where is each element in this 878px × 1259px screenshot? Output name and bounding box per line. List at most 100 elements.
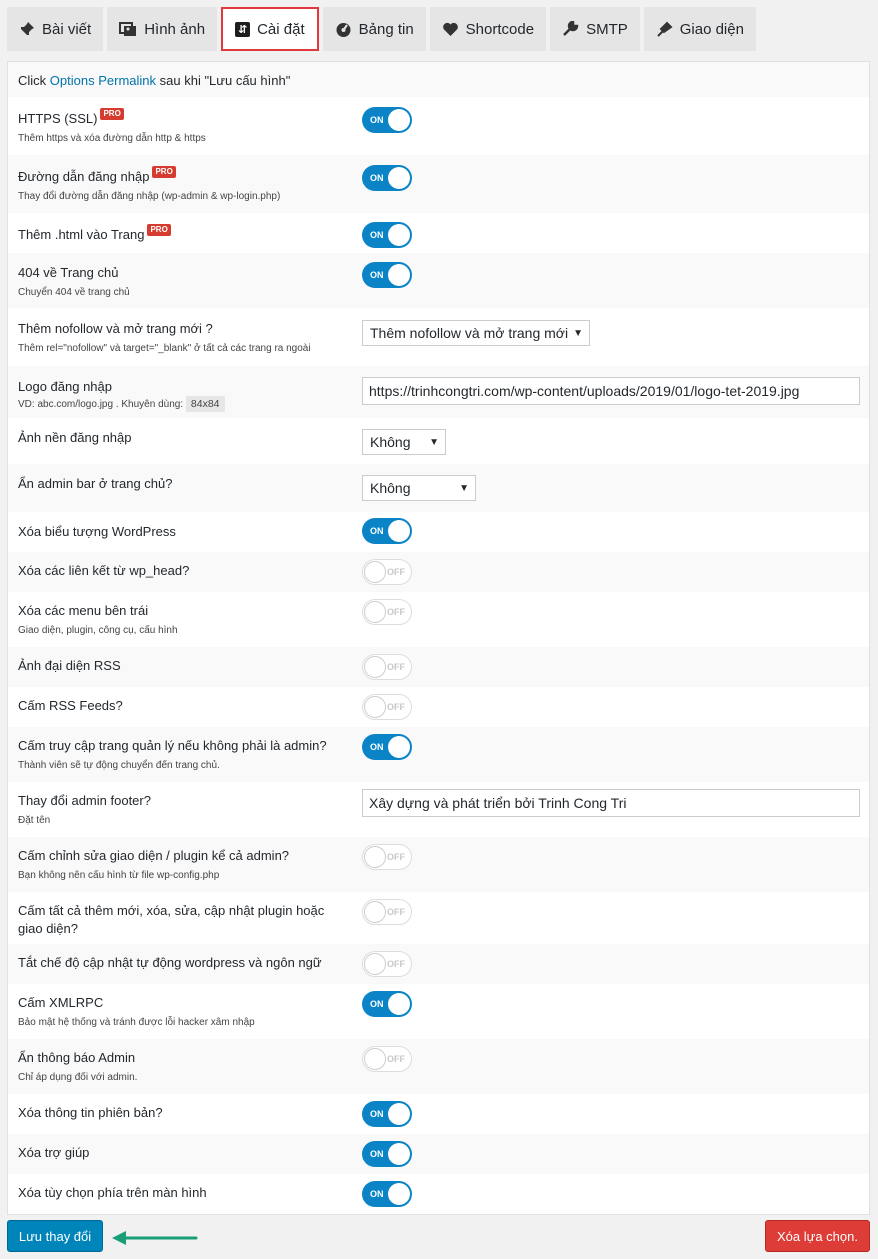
pro-badge: PRO [100,108,124,120]
clear-selection-button[interactable]: Xóa lựa chọn. [765,1220,870,1252]
setting-label: Tắt chế độ cập nhật tự động wordpress và… [18,955,322,970]
toggle-rss-ban[interactable]: OFF [362,694,412,720]
dropdown-arrow-icon: ▼ [459,483,469,494]
setting-desc: VD: abc.com/logo.jpg . Khuyên dùng: [18,399,184,410]
tab-cai-dat[interactable]: ⇵ Cài đặt [221,7,319,51]
setting-label: Cấm chỉnh sửa giao diện / plugin kể cả a… [18,848,290,863]
tab-giao-dien[interactable]: Giao diện [643,7,756,51]
setting-desc: Thay đổi đường dẫn đăng nhập (wp-admin &… [18,191,281,202]
setting-rss-ban: Cấm RSS Feeds? OFF [8,687,869,727]
toggle-wp-head[interactable]: OFF [362,559,412,585]
setting-wp-icon: Xóa biểu tượng WordPress ON [8,512,869,552]
setting-desc: Giao diện, plugin, công cụ, cấu hình [18,625,178,636]
setting-label: Logo đăng nhập [18,379,112,394]
tab-bang-tin[interactable]: Bảng tin [322,7,426,51]
toggle-html-page[interactable]: ON [362,222,412,248]
setting-https: HTTPS (SSL) PRO Thêm https và xóa đường d… [8,97,869,155]
setting-label: Ảnh đại diện RSS [18,658,121,673]
setting-admin-notice: Ẩn thông báo Admin Chỉ áp dụng đối với a… [8,1039,869,1094]
images-icon [119,21,137,37]
tab-shortcode[interactable]: Shortcode [429,7,547,51]
toggle-left-menu[interactable]: OFF [362,599,412,625]
setting-help: Xóa trợ giúp ON [8,1134,869,1174]
tab-smtp[interactable]: SMTP [550,7,640,51]
setting-label: Xóa các menu bên trái [18,603,149,618]
setting-label: Xóa trợ giúp [18,1145,90,1160]
setting-label: Xóa tùy chọn phía trên màn hình [18,1185,207,1200]
setting-footer: Thay đổi admin footer? Đặt tên Xây dựng … [8,782,869,837]
dropdown-arrow-icon: ▼ [573,328,583,339]
setting-left-menu: Xóa các menu bên trái Giao diện, plugin,… [8,592,869,647]
dashboard-icon [335,21,352,37]
save-button[interactable]: Lưu thay đổi [7,1220,103,1252]
setting-label: Thêm nofollow và mở trang mới ? [18,321,213,336]
setting-label: Cấm RSS Feeds? [18,698,123,713]
tab-label: Bài viết [42,20,92,38]
tab-hinh-anh[interactable]: Hình ảnh [107,7,218,51]
setting-hide-adminbar: Ẩn admin bar ở trang chủ? Không ▼ [8,464,869,512]
setting-auto-update: Tắt chế độ cập nhật tự động wordpress và… [8,944,869,984]
tab-bar: Bài viết Hình ảnh ⇵ Cài đặt Bảng tin Sho… [7,7,760,51]
tab-label: Giao diện [679,20,744,38]
toggle-xmlrpc[interactable]: ON [362,991,412,1017]
setting-login-bg: Ảnh nền đăng nhập Không ▼ [8,418,869,464]
setting-admin-access: Cấm truy cập trang quản lý nếu không phả… [8,727,869,782]
toggle-screen-options[interactable]: ON [362,1181,412,1207]
setting-desc: Đặt tên [18,815,51,826]
setting-404: 404 về Trang chủ Chuyển 404 về trang chủ… [8,253,869,308]
hide-adminbar-select[interactable]: Không ▼ [362,475,476,501]
toggle-rss-img[interactable]: OFF [362,654,412,680]
setting-label: Xóa các liên kết từ wp_head? [18,563,190,578]
notice-suffix: sau khi "Lưu cấu hình" [159,73,291,88]
arrow-annotation-icon [112,1231,198,1245]
setting-label: Cấm truy cập trang quản lý nếu không phả… [18,738,327,753]
tab-bai-viet[interactable]: Bài viết [7,7,104,51]
tab-label: Cài đặt [257,20,305,38]
setting-label: Thay đổi admin footer? [18,793,151,808]
setting-label: Ẩn admin bar ở trang chủ? [18,476,173,491]
setting-nofollow: Thêm nofollow và mở trang mới ? Thêm rel… [8,308,869,366]
footer-text-input[interactable]: Xây dựng và phát triển bởi Trinh Cong Tr… [362,789,860,817]
toggle-version[interactable]: ON [362,1101,412,1127]
setting-screen-options: Xóa tùy chọn phía trên màn hình ON [8,1174,869,1214]
setting-label: Cấm XMLRPC [18,995,104,1010]
toggle-login-path[interactable]: ON [362,165,412,191]
tab-label: SMTP [586,20,628,38]
tab-label: Shortcode [465,20,535,38]
brush-icon [656,21,673,37]
toggle-plugin-ban[interactable]: OFF [362,899,412,925]
pro-badge: PRO [152,166,176,178]
toggle-admin-access[interactable]: ON [362,734,412,760]
settings-icon: ⇵ [235,21,251,37]
setting-login-path: Đường dẫn đăng nhập PRO Thay đổi đường dẫ… [8,155,869,213]
dropdown-arrow-icon: ▼ [429,437,439,448]
toggle-wp-icon[interactable]: ON [362,518,412,544]
toggle-admin-notice[interactable]: OFF [362,1046,412,1072]
toggle-edit-ban[interactable]: OFF [362,844,412,870]
setting-label: Cấm tất cả thêm mới, xóa, sửa, cập nhật … [18,903,325,936]
toggle-404[interactable]: ON [362,262,412,288]
setting-desc: Bảo mật hệ thống và tránh được lỗi hacke… [18,1017,255,1028]
setting-desc: Thành viên sẽ tự động chuyển đến trang c… [18,760,220,771]
settings-panel: Click Options Permalink sau khi "Lưu cấu… [7,61,870,1215]
logo-size-code: 84x84 [185,396,225,412]
toggle-help[interactable]: ON [362,1141,412,1167]
login-bg-select[interactable]: Không ▼ [362,429,446,455]
setting-logo: Logo đăng nhập VD: abc.com/logo.jpg . Kh… [8,366,869,418]
toggle-https[interactable]: ON [362,107,412,133]
setting-label: Ảnh nền đăng nhập [18,430,132,445]
setting-wp-head: Xóa các liên kết từ wp_head? OFF [8,552,869,592]
setting-xmlrpc: Cấm XMLRPC Bảo mật hệ thống và tránh đượ… [8,984,869,1039]
tab-label: Bảng tin [358,20,414,38]
logo-url-input[interactable]: https://trinhcongtri.com/wp-content/uplo… [362,377,860,405]
toggle-auto-update[interactable]: OFF [362,951,412,977]
options-permalink-link[interactable]: Options Permalink [50,73,156,88]
heart-icon [442,22,459,37]
nofollow-select[interactable]: Thêm nofollow và mở trang mới ▼ [362,320,590,346]
pro-badge: PRO [147,224,171,236]
setting-version: Xóa thông tin phiên bản? ON [8,1094,869,1134]
setting-label: 404 về Trang chủ [18,265,119,280]
setting-label: Xóa thông tin phiên bản? [18,1105,163,1120]
setting-rss-img: Ảnh đại diện RSS OFF [8,647,869,687]
setting-label: Đường dẫn đăng nhập [18,169,150,184]
